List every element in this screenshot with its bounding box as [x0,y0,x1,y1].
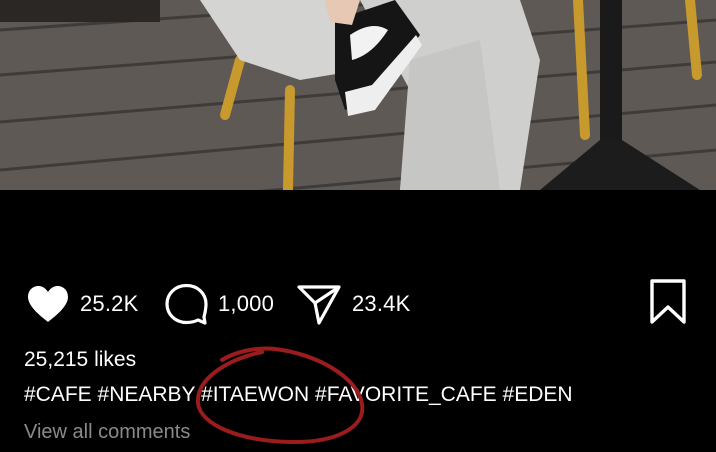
comment-icon [164,283,208,325]
like-button[interactable]: 25.2K [26,278,139,330]
like-count: 25.2K [80,291,139,316]
post-actions-bar: 25.2K 1,000 23.4K [0,278,716,330]
hashtag-favorite-cafe[interactable]: #FAVORITE_CAFE [315,383,497,406]
heart-icon [26,285,70,323]
view-all-comments-link[interactable]: View all comments [24,421,190,444]
hashtag-nearby[interactable]: #NEARBY [98,383,196,406]
comment-button[interactable]: 1,000 [164,278,274,330]
save-button[interactable] [648,278,688,331]
bookmark-icon [648,279,688,330]
hashtag-itaewon[interactable]: #ITAEWON [201,383,309,406]
hashtag-caption: #CAFE #NEARBY #ITAEWON #FAVORITE_CAFE #E… [24,383,573,407]
hashtag-cafe[interactable]: #CAFE [24,383,92,406]
share-icon [296,283,342,325]
share-count: 23.4K [352,291,411,316]
comment-count: 1,000 [218,291,275,316]
post-photo[interactable] [0,0,716,190]
share-button[interactable]: 23.4K [296,278,411,330]
hashtag-eden[interactable]: #EDEN [503,383,573,406]
likes-count-text[interactable]: 25,215 likes [24,348,136,372]
